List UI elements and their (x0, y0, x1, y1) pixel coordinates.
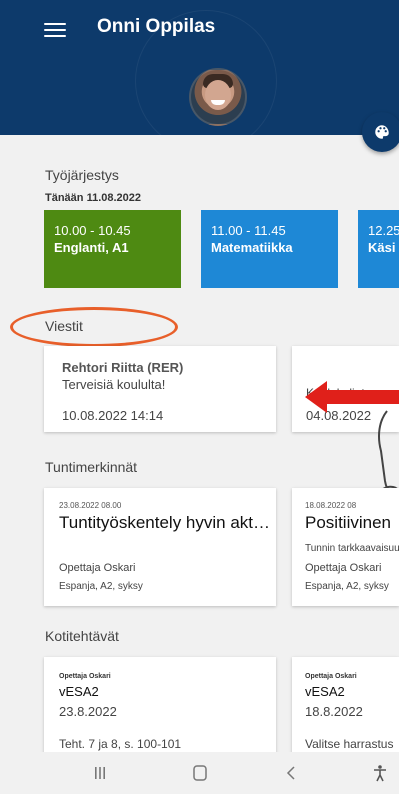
annotation-oval (10, 307, 178, 347)
message-time: 10.08.2022 14:14 (62, 408, 164, 423)
schedule-item-subject: Englanti, A1 (54, 240, 129, 255)
message-subject: Terveisiä koululta! (62, 377, 166, 392)
schedule-item-time: 12.25 (368, 223, 399, 238)
homework-description: Teht. 7 ja 8, s. 100-101 (59, 737, 182, 751)
entry-card[interactable]: 23.08.2022 08.00 Tuntityöskentely hyvin … (44, 488, 276, 606)
homework-description: Valitse harrastus (305, 737, 394, 751)
schedule-title: Työjärjestys (45, 167, 119, 183)
entries-title: Tuntimerkinnät (45, 459, 138, 475)
accessibility-button[interactable] (366, 762, 394, 784)
home-button[interactable] (186, 762, 214, 784)
entry-course: Espanja, A2, syksy (305, 581, 389, 592)
avatar[interactable] (189, 68, 247, 126)
schedule-item-time: 11.00 - 11.45 (211, 223, 286, 238)
schedule-item[interactable]: 11.00 - 11.45 Matematiikka (201, 210, 338, 288)
theme-button[interactable] (362, 112, 399, 152)
homework-date: 18.8.2022 (305, 704, 363, 719)
schedule-item-time: 10.00 - 10.45 (54, 223, 131, 238)
entry-datetime: 18.08.2022 08 (305, 501, 357, 510)
message-card[interactable]: Rehtori Riitta (RER) Terveisiä koululta!… (44, 346, 276, 432)
entry-title: Positiivinen (305, 513, 391, 532)
homework-date: 23.8.2022 (59, 704, 117, 719)
menu-icon[interactable] (44, 20, 66, 40)
entry-datetime: 23.08.2022 08.00 (59, 501, 122, 510)
recent-apps-icon (95, 767, 105, 779)
schedule-item[interactable]: 12.25 Käsi (358, 210, 399, 288)
accessibility-icon (374, 765, 386, 782)
entry-teacher: Opettaja Oskari (305, 562, 382, 574)
schedule-item-subject: Matematiikka (211, 240, 293, 255)
schedule-item[interactable]: 10.00 - 10.45 Englanti, A1 (44, 210, 181, 288)
schedule-item-subject: Käsi (368, 240, 396, 255)
entry-course: Espanja, A2, syksy (59, 581, 143, 592)
app-title: Onni Oppilas (97, 16, 216, 37)
homework-title: Kotitehtävät (45, 628, 119, 644)
homework-teacher: Opettaja Oskari (59, 673, 111, 680)
homework-title: vESA2 (305, 684, 345, 699)
app-header: Onni Oppilas (0, 0, 399, 135)
homework-card[interactable]: Opettaja Oskari vESA2 18.8.2022 Valitse … (292, 657, 399, 757)
home-icon (193, 765, 207, 781)
homework-title: vESA2 (59, 684, 99, 699)
entry-card[interactable]: 18.08.2022 08 Positiivinen Tunnin tarkka… (292, 488, 399, 606)
system-nav-bar (0, 752, 399, 794)
homework-card[interactable]: Opettaja Oskari vESA2 23.8.2022 Teht. 7 … (44, 657, 276, 757)
palette-icon (375, 125, 389, 139)
entry-subtitle: Tunnin tarkkaavaisuus (305, 543, 399, 554)
entry-teacher: Opettaja Oskari (59, 562, 136, 574)
back-icon (286, 766, 295, 780)
back-button[interactable] (277, 762, 305, 784)
recent-apps-button[interactable] (86, 762, 114, 784)
homework-teacher: Opettaja Oskari (305, 673, 357, 680)
message-sender: Rehtori Riitta (RER) (62, 360, 184, 375)
schedule-date: Tänään 11.08.2022 (45, 192, 142, 204)
entry-title: Tuntityöskentely hyvin akt… (59, 513, 271, 532)
